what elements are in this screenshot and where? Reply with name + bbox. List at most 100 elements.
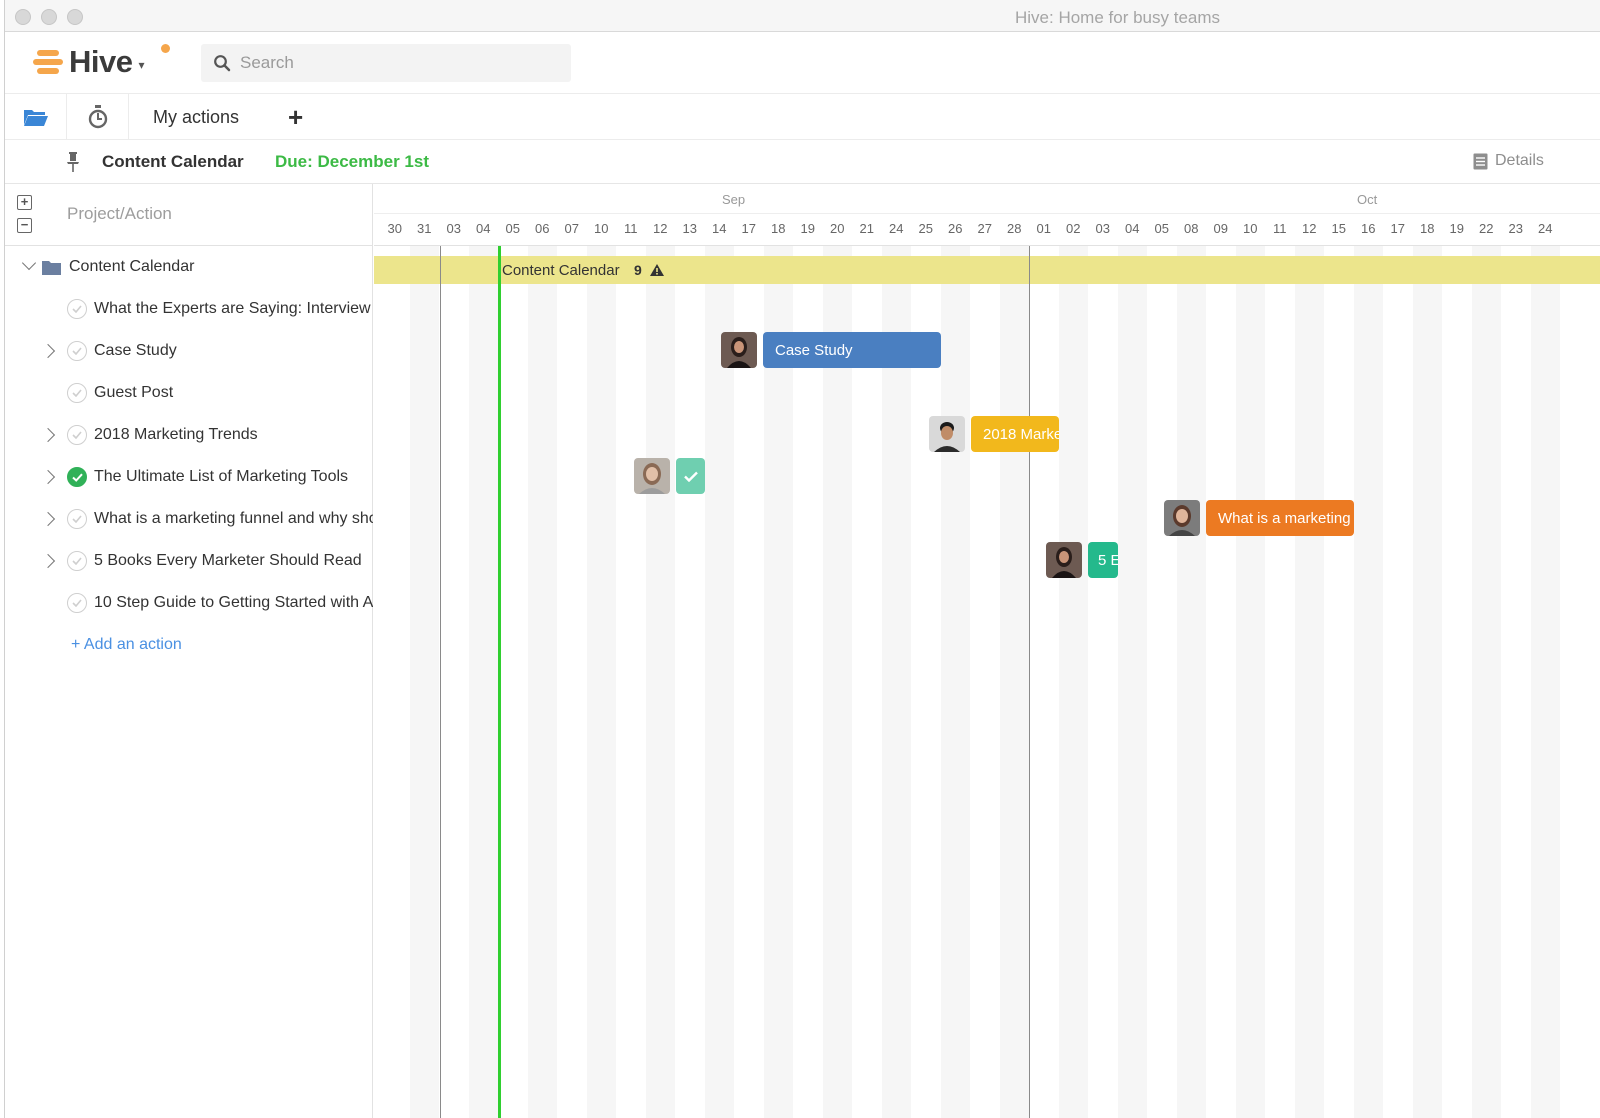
chevron-right-icon[interactable] (40, 427, 56, 443)
column-stripe (1117, 246, 1147, 1118)
day-label: 31 (417, 221, 432, 236)
avatar[interactable] (929, 416, 965, 452)
list-item[interactable]: What the Experts are Saying: Interview (5, 288, 373, 330)
day-label: 15 (1331, 221, 1346, 236)
projects-view-button[interactable] (5, 94, 67, 140)
chevron-right-icon[interactable] (40, 511, 56, 527)
checkmark-icon[interactable] (67, 593, 87, 613)
project-due-date[interactable]: Due: December 1st (275, 152, 429, 172)
minimize-window-button[interactable] (41, 9, 57, 25)
list-item-label: What is a marketing funnel and why sho (94, 510, 373, 527)
avatar[interactable] (1046, 542, 1082, 578)
day-label: 19 (1449, 221, 1464, 236)
list-item-label: 2018 Marketing Trends (94, 426, 258, 443)
day-label: 30 (387, 221, 402, 236)
add-view-button[interactable]: + (288, 102, 303, 133)
list-item[interactable]: Case Study (5, 330, 373, 372)
column-stripe (999, 246, 1029, 1118)
checkmark-icon[interactable] (67, 551, 87, 571)
column-stripe (822, 246, 852, 1118)
list-item-label: Case Study (94, 342, 177, 359)
day-label: 05 (1154, 221, 1169, 236)
week-separator (440, 246, 441, 1118)
chevron-down-icon[interactable]: ▾ (138, 58, 144, 72)
checkmark-icon (683, 471, 698, 482)
checkmark-icon[interactable] (67, 299, 87, 319)
task-bar-case-study[interactable]: Case Study (763, 332, 941, 368)
day-label: 07 (564, 221, 579, 236)
column-stripe (881, 246, 911, 1118)
view-toolbar: My actions + (5, 94, 1600, 140)
project-row[interactable]: Content Calendar (5, 246, 373, 288)
warning-icon (650, 264, 664, 276)
list-item[interactable]: Guest Post (5, 372, 373, 414)
day-label: 14 (712, 221, 727, 236)
chevron-right-icon[interactable] (40, 553, 56, 569)
chevron-down-icon[interactable] (21, 255, 37, 271)
avatar[interactable] (721, 332, 757, 368)
month-separator (1029, 246, 1030, 1118)
close-window-button[interactable] (15, 9, 31, 25)
details-button[interactable]: Details (1473, 152, 1544, 170)
timesheet-view-button[interactable] (67, 94, 129, 140)
avatar[interactable] (634, 458, 670, 494)
day-label: 22 (1479, 221, 1494, 236)
day-label: 12 (653, 221, 668, 236)
day-label: 20 (830, 221, 845, 236)
list-item-label: Guest Post (94, 384, 174, 401)
day-label: 03 (446, 221, 461, 236)
day-label: 09 (1213, 221, 1228, 236)
chevron-right-icon[interactable] (40, 469, 56, 485)
search-bar[interactable]: Search (201, 44, 571, 82)
window-title: Hive: Home for busy teams (1015, 8, 1221, 27)
day-label: 23 (1508, 221, 1523, 236)
tab-my-actions[interactable]: My actions (153, 107, 239, 128)
task-bar-2018-marketing-trends[interactable]: 2018 Marke (971, 416, 1059, 452)
day-label: 24 (889, 221, 904, 236)
add-action-link[interactable]: + Add an action (71, 636, 182, 654)
pin-icon[interactable] (65, 152, 81, 172)
checkmark-icon[interactable] (67, 509, 87, 529)
stopwatch-icon (88, 105, 107, 129)
column-stripe (940, 246, 970, 1118)
task-bar-marketing-funnel[interactable]: What is a marketing (1206, 500, 1354, 536)
column-stripe (1353, 246, 1383, 1118)
task-bar-ultimate-list[interactable] (676, 458, 705, 494)
app-header: Hive ▾ Search (5, 32, 1600, 94)
search-input[interactable]: Search (240, 53, 294, 73)
list-item[interactable]: The Ultimate List of Marketing Tools (5, 456, 373, 498)
day-label: 21 (859, 221, 874, 236)
list-item-label: 5 Books Every Marketer Should Read (94, 552, 362, 569)
maximize-window-button[interactable] (67, 9, 83, 25)
task-bar-label: What is a marketing (1218, 509, 1351, 527)
column-stripe (1058, 246, 1088, 1118)
day-label: 17 (741, 221, 756, 236)
list-item[interactable]: 5 Books Every Marketer Should Read (5, 540, 373, 582)
month-label: Oct (1357, 192, 1378, 207)
column-stripe (1471, 246, 1501, 1118)
day-label: 04 (1125, 221, 1140, 236)
avatar[interactable] (1164, 500, 1200, 536)
collapse-all-button[interactable]: − (17, 218, 32, 233)
list-item[interactable]: 2018 Marketing Trends (5, 414, 373, 456)
folder-open-icon (23, 110, 48, 126)
day-label: 05 (505, 221, 520, 236)
task-bar-5-books[interactable]: 5 E (1088, 542, 1118, 578)
task-bar-label: 5 E (1098, 551, 1118, 569)
expand-all-button[interactable]: + (17, 195, 32, 210)
checkmark-icon[interactable] (67, 341, 87, 361)
checkmark-icon[interactable] (67, 425, 87, 445)
checkmark-done-icon[interactable] (67, 467, 87, 487)
column-stripe (704, 246, 734, 1118)
column-stripe (645, 246, 675, 1118)
day-label: 13 (682, 221, 697, 236)
hive-logo[interactable]: Hive ▾ (33, 44, 170, 80)
list-item[interactable]: 10 Step Guide to Getting Started with A (5, 582, 373, 624)
day-label: 01 (1036, 221, 1051, 236)
title-bar: Hive: Home for busy teams (5, 0, 1600, 32)
checkmark-icon[interactable] (67, 383, 87, 403)
list-item[interactable]: What is a marketing funnel and why sho (5, 498, 373, 540)
folder-icon (42, 261, 61, 275)
column-stripe (1176, 246, 1206, 1118)
chevron-right-icon[interactable] (40, 343, 56, 359)
